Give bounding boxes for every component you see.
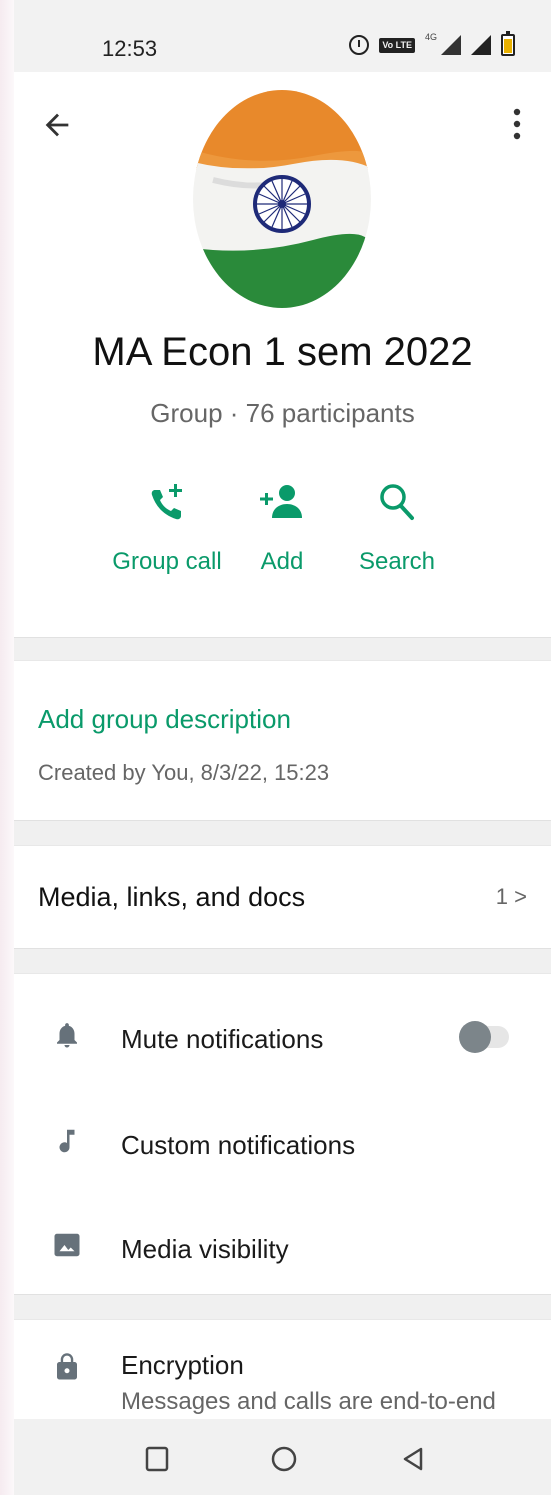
encryption-row[interactable]: Encryption Messages and calls are end-to… [14,1318,551,1418]
volte-icon: Vo LTE [379,37,415,53]
media-count: 1 > [495,884,527,909]
group-participants: Group · 76 participants [150,398,415,428]
media-visibility-label: Media visibility [121,1234,289,1264]
add-label: Add [260,548,304,575]
group-call-label: Group call [112,548,222,575]
section-divider [14,820,551,846]
add-call-icon [151,484,182,520]
mute-toggle[interactable] [459,1021,509,1053]
india-flag-image [193,90,371,308]
custom-notifications-label: Custom notifications [121,1130,356,1160]
mute-notifications-label: Mute notifications [121,1024,324,1054]
section-divider [14,948,551,974]
home-icon[interactable] [270,1445,298,1473]
add-participant-button[interactable]: Add [246,480,318,576]
system-nav-bar [14,1419,551,1495]
lock-icon [57,1353,77,1380]
bell-icon [57,1023,77,1048]
more-vertical-icon[interactable] [512,107,522,141]
battery-icon [501,31,515,56]
signal-icon [441,35,461,55]
arrow-back-icon[interactable] [40,108,74,142]
background-edge [0,0,14,1495]
music-note-icon [59,1129,75,1153]
group-name: MA Econ 1 sem 2022 [92,330,473,374]
back-nav-icon[interactable] [400,1445,426,1473]
media-label: Media, links, and docs [38,882,306,912]
encryption-label: Encryption [121,1350,244,1380]
mute-notifications-row[interactable]: Mute notifications [14,986,551,1082]
toggle-knob [459,1021,491,1053]
group-call-button[interactable]: Group call [112,480,222,576]
search-icon [380,484,414,520]
signal-icon-2 [471,35,491,55]
encryption-subtitle: Messages and calls are end-to-end [121,1388,496,1415]
add-group-description-link[interactable]: Add group description [38,704,291,735]
search-button[interactable]: Search [357,480,437,576]
media-links-docs-row[interactable]: Media, links, and docs 1 > [14,848,551,948]
status-time: 12:53 [102,36,158,61]
image-icon [54,1233,80,1257]
media-visibility-row[interactable]: Media visibility [14,1196,551,1292]
created-info: Created by You, 8/3/22, 15:23 [38,760,330,785]
chevron-right-icon: > [514,884,527,909]
network-type-label: 4G [424,32,437,42]
group-avatar[interactable] [193,90,371,308]
search-label: Search [358,548,436,575]
section-divider [14,1294,551,1320]
status-icons: Vo LTE 4G [349,31,515,56]
add-person-icon [260,485,302,518]
alarm-icon [349,35,370,55]
status-bar: 12:53 Vo LTE 4G [14,0,551,72]
section-divider [14,637,551,661]
custom-notifications-row[interactable]: Custom notifications [14,1092,551,1188]
recents-icon[interactable] [144,1445,170,1473]
